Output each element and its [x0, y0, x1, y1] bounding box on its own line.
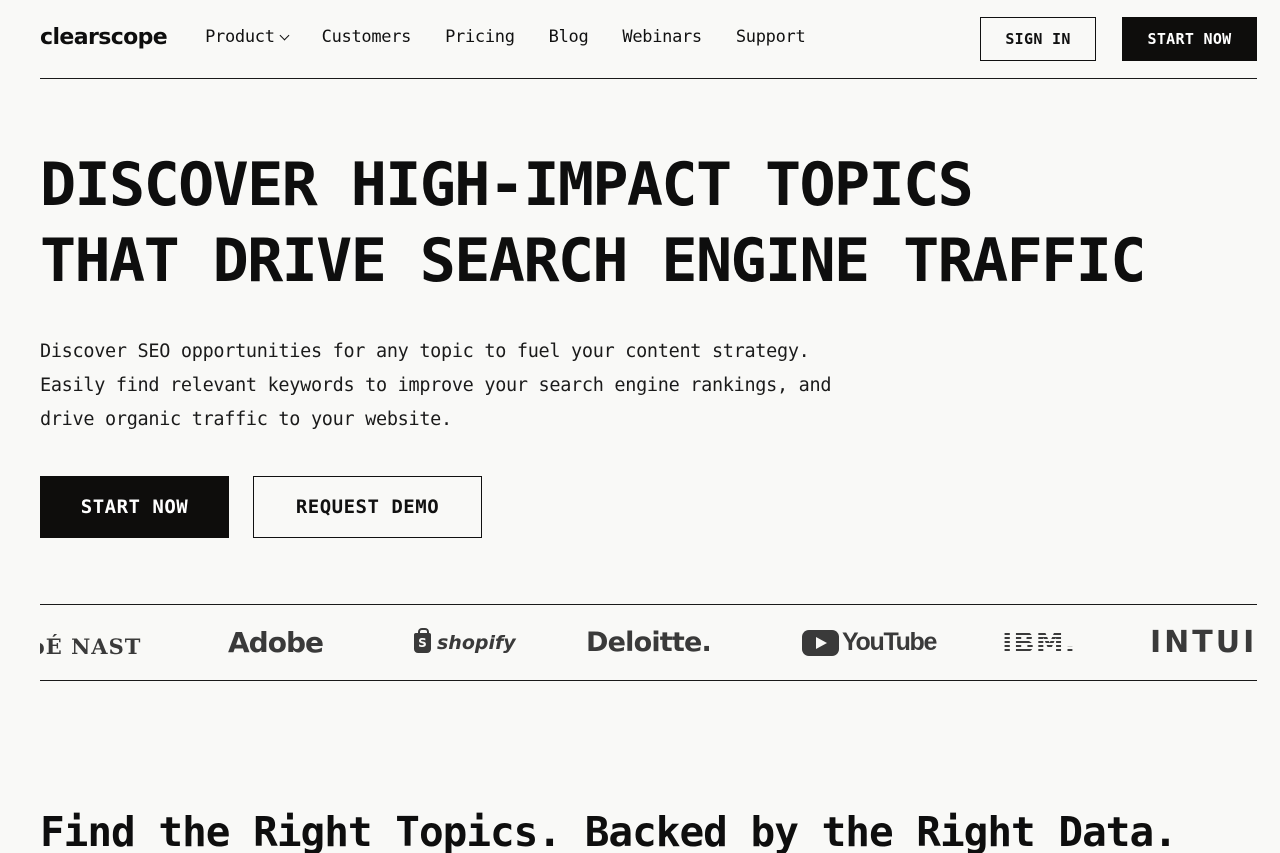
hero-title-line: THAT DRIVE SEARCH ENGINE TRAFFIC — [40, 226, 1146, 296]
hero-title-line: DISCOVER HIGH-IMPACT TOPICS — [40, 150, 974, 220]
nav-item-label: Product — [205, 27, 275, 47]
deloitte-logo: Deloitte. — [586, 627, 712, 658]
hero-section: DISCOVER HIGH-IMPACT TOPICS THAT DRIVE S… — [40, 147, 1257, 538]
youtube-logo-text: YouTube — [842, 628, 937, 656]
shopping-bag-icon: S — [414, 627, 431, 653]
chevron-down-icon — [279, 30, 290, 40]
hero-subtitle-line: drive organic traffic to your website. — [40, 409, 452, 430]
hero-subtitle-line: Discover SEO opportunities for any topic… — [40, 341, 810, 362]
adobe-logo: Adobe — [228, 626, 324, 659]
nav-item-label: Blog — [548, 27, 589, 47]
hero-subtitle-line: Easily find relevant keywords to improve… — [40, 375, 832, 396]
sign-in-button[interactable]: SIGN IN — [980, 17, 1096, 61]
nav-item-label: Support — [735, 27, 806, 47]
page: clearscope Product Customers Pricing Blo… — [40, 0, 1257, 853]
nav-item-label: Pricing — [445, 27, 515, 47]
play-icon — [802, 629, 839, 656]
hero-cta-group: START NOW REQUEST DEMO — [40, 476, 1257, 538]
nav-item-label: Customers — [321, 27, 412, 47]
header-actions: SIGN IN START NOW — [980, 17, 1257, 61]
nav-item-product[interactable]: Product — [205, 27, 290, 47]
section-title: Find the Right Topics. Backed by the Rig… — [40, 808, 1178, 853]
start-now-button[interactable]: START NOW — [40, 476, 229, 538]
header-start-now-button[interactable]: START NOW — [1122, 17, 1257, 61]
nav-item-pricing[interactable]: Pricing — [445, 27, 515, 47]
nav-item-label: Webinars — [622, 27, 702, 47]
nav-item-support[interactable]: Support — [736, 27, 806, 47]
hero-subtitle: Discover SEO opportunities for any topic… — [40, 335, 940, 437]
main-nav: Product Customers Pricing Blog Webinars … — [205, 27, 806, 47]
clearscope-logo[interactable]: clearscope — [40, 25, 168, 50]
shopify-logo-text: shopify — [437, 631, 516, 654]
nav-item-customers[interactable]: Customers — [321, 27, 412, 47]
ibm-logo: IBM. — [1002, 605, 1076, 680]
request-demo-button[interactable]: REQUEST DEMO — [253, 476, 482, 538]
intuit-logo: INTUIT — [1150, 625, 1257, 660]
customer-logos-strip: ɔÉ NAST Adobe S shopify Deloitte. YouTub… — [40, 604, 1257, 681]
site-header: clearscope Product Customers Pricing Blo… — [40, 0, 1257, 79]
shopify-logo: S shopify — [414, 605, 516, 680]
youtube-logo: YouTube — [802, 605, 937, 680]
nav-item-webinars[interactable]: Webinars — [622, 27, 702, 47]
hero-title: DISCOVER HIGH-IMPACT TOPICS THAT DRIVE S… — [40, 147, 1257, 299]
nav-item-blog[interactable]: Blog — [549, 27, 589, 47]
conde-nast-logo: ɔÉ NAST — [40, 634, 142, 659]
